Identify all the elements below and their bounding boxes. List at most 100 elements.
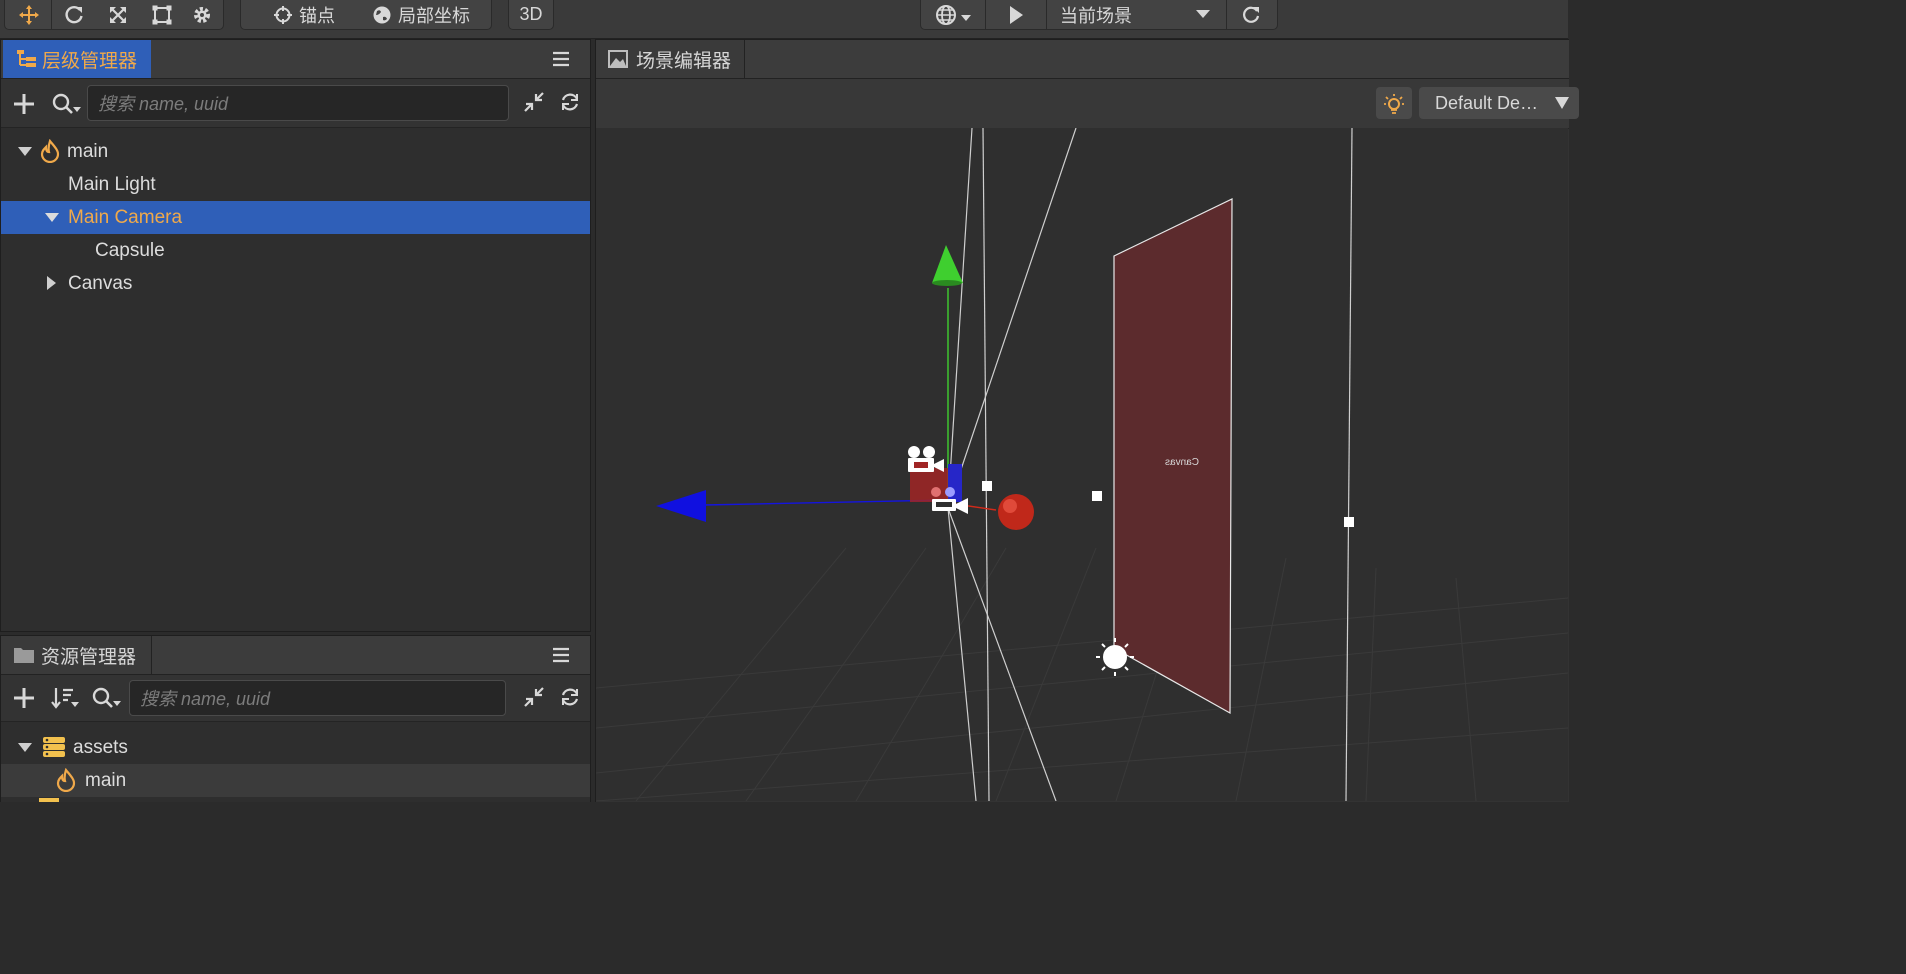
move-tool-button[interactable] [7, 0, 51, 29]
chevron-down-icon [1196, 10, 1210, 18]
plus-icon [14, 94, 34, 114]
tree-node-main[interactable]: main [1, 135, 590, 168]
tree-node-canvas[interactable]: Canvas [1, 267, 590, 300]
floor-grid [596, 547, 1568, 801]
assets-menu-button[interactable] [550, 645, 572, 665]
expand-arrow-icon[interactable] [45, 213, 59, 222]
hierarchy-panel: 层级管理器 搜索 name, uuid main Main Light Main… [0, 39, 591, 632]
rotate-icon [65, 5, 83, 23]
tree-node-capsule[interactable]: Capsule [1, 234, 590, 267]
tab-assets[interactable]: 资源管理器 [1, 636, 152, 674]
refresh-preview-button[interactable] [1227, 0, 1275, 29]
expand-arrow-icon[interactable] [18, 147, 32, 156]
pivot-coordinate-group: 锚点 局部坐标 [240, 0, 492, 30]
database-folder-icon [43, 737, 65, 757]
asset-item-main-scene[interactable]: main [1, 764, 590, 797]
refresh-hierarchy-button[interactable] [559, 91, 581, 118]
search-icon [92, 687, 121, 708]
scene-viewport[interactable]: Canvas [596, 128, 1568, 801]
camera-view-select[interactable]: Default De… [1419, 87, 1579, 119]
scene-flame-icon [40, 139, 60, 163]
canvas-plane: Canvas [1113, 198, 1233, 715]
crosshair-icon [274, 5, 292, 24]
scene-canvas[interactable]: Canvas [596, 128, 1568, 801]
rotate-tool-button[interactable] [52, 0, 96, 29]
globe-icon [935, 4, 956, 25]
collapse-all-button[interactable] [523, 91, 545, 118]
move-icon [19, 4, 39, 25]
hierarchy-menu-button[interactable] [550, 49, 572, 69]
tree-node-label: Main Camera [68, 206, 183, 228]
rect-tool-button[interactable] [140, 0, 184, 29]
local-coordinate-button[interactable]: 局部坐标 [363, 0, 479, 29]
tab-hierarchy[interactable]: 层级管理器 [3, 40, 151, 78]
plus-icon [14, 688, 34, 708]
search-icon [52, 93, 81, 114]
move-gizmo[interactable] [656, 245, 1034, 530]
next-asset-icon-partial [39, 798, 59, 802]
tab-hierarchy-label: 层级管理器 [42, 50, 138, 72]
assets-tabbar: 资源管理器 [1, 636, 590, 675]
sort-button[interactable] [51, 686, 81, 715]
expand-arrow-icon[interactable] [18, 743, 32, 752]
anchor-button[interactable]: 锚点 [259, 0, 349, 29]
gizmo-z-arrow[interactable] [656, 490, 706, 522]
frustum-handle[interactable] [1344, 517, 1354, 527]
hierarchy-tree-icon [17, 50, 36, 67]
scene-lighting-toggle[interactable] [1376, 87, 1412, 119]
add-asset-button[interactable] [12, 686, 36, 715]
assets-search-input[interactable]: 搜索 name, uuid [129, 680, 506, 716]
tab-assets-label: 资源管理器 [41, 646, 137, 668]
tab-scene-editor-label: 场景编辑器 [636, 50, 732, 72]
local-coordinate-label: 局部坐标 [398, 5, 470, 26]
asset-item-assets[interactable]: assets [1, 731, 590, 764]
scale-tool-button[interactable] [96, 0, 140, 29]
search-type-button[interactable] [51, 92, 83, 121]
tree-node-label: Canvas [68, 272, 133, 294]
tree-node-label: main [67, 140, 109, 162]
collapse-arrow-icon[interactable] [47, 276, 56, 290]
hierarchy-search-placeholder: 搜索 name, uuid [98, 94, 229, 114]
hierarchy-toolrow: 搜索 name, uuid [1, 79, 590, 128]
mode-3d-group: 3D [508, 0, 554, 30]
assets-panel: 资源管理器 搜索 name, uuid assets main [0, 635, 591, 802]
scene-select-value: 当前场景 [1060, 5, 1132, 26]
asset-item-label: assets [73, 736, 128, 758]
gizmo-y-arrow[interactable] [932, 245, 963, 283]
transform-tools-group [4, 0, 224, 30]
mode-3d-button[interactable]: 3D [509, 0, 553, 29]
platform-select-button[interactable] [923, 0, 983, 29]
sort-icon [51, 688, 79, 709]
collapse-arrows-icon [524, 687, 544, 707]
frustum-handle[interactable] [1092, 491, 1102, 501]
scene-select[interactable]: 当前场景 [1047, 0, 1225, 29]
add-node-button[interactable] [12, 92, 36, 121]
chevron-down-icon [960, 14, 971, 21]
chevron-down-icon [1555, 97, 1569, 109]
search-type-button[interactable] [91, 686, 123, 715]
refresh-icon [1243, 6, 1260, 23]
play-icon [1010, 5, 1023, 24]
tree-node-main-light[interactable]: Main Light [1, 168, 590, 201]
camera-view-select-value: Default De… [1435, 92, 1539, 113]
canvas-mirrored-label: Canvas [1165, 457, 1199, 468]
gizmo-x-handle[interactable] [998, 494, 1034, 530]
tree-node-main-camera[interactable]: Main Camera [1, 201, 590, 234]
main-toolbar: 锚点 局部坐标 3D 当前场景 [0, 0, 1568, 39]
hamburger-menu-icon [553, 51, 569, 67]
refresh-assets-button[interactable] [559, 686, 581, 713]
assets-toolrow: 搜索 name, uuid [1, 675, 590, 722]
folder-icon [14, 648, 34, 663]
frustum-handle[interactable] [982, 481, 992, 491]
collapse-all-button[interactable] [523, 686, 545, 713]
play-button[interactable] [986, 0, 1046, 29]
hierarchy-search-input[interactable]: 搜索 name, uuid [87, 85, 509, 121]
scene-toolbar: Default De… [596, 79, 1579, 129]
tree-node-label: Main Light [68, 173, 156, 195]
hierarchy-tabbar: 层级管理器 [1, 40, 590, 79]
assets-search-placeholder: 搜索 name, uuid [140, 689, 271, 709]
scene-flame-icon [56, 768, 76, 792]
settings-tool-button[interactable] [182, 0, 222, 29]
tab-scene-editor[interactable]: 场景编辑器 [596, 40, 745, 78]
rect-transform-icon [152, 5, 172, 24]
